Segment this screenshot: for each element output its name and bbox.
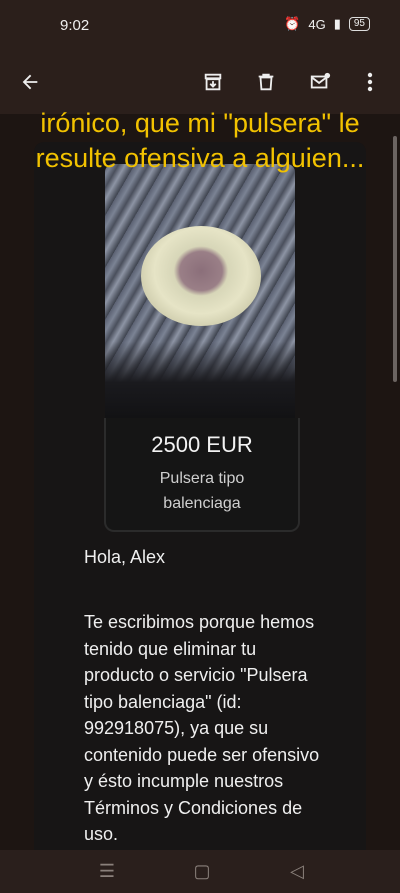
email-body: Te escribimos porque hemos tenido que el…: [84, 612, 320, 844]
tape-roll: [141, 226, 261, 326]
alarm-icon: ⏰: [284, 16, 301, 31]
back-arrow-icon[interactable]: [14, 66, 46, 98]
overlay-caption: irónico, que mi "pulsera" le resulte ofe…: [35, 108, 365, 173]
status-icons: ⏰ 4G ▮ 95: [284, 16, 370, 32]
product-photo: [105, 164, 295, 418]
battery-level: 95: [348, 17, 370, 31]
delete-icon[interactable]: [250, 66, 282, 98]
status-time: 9:02: [60, 17, 90, 34]
system-nav-bar: ☰ ▢ ◁: [0, 850, 400, 893]
back-icon[interactable]: ◁: [286, 860, 308, 882]
archive-icon[interactable]: [197, 66, 229, 98]
more-options-icon[interactable]: [354, 66, 386, 98]
product-card[interactable]: 2500 EUR Pulsera tipo balenciaga: [104, 160, 300, 532]
product-title: Pulsera tipo balenciaga: [159, 470, 245, 512]
menu-icon[interactable]: ☰: [96, 860, 118, 882]
email-greeting: Hola, Alex: [84, 547, 166, 567]
product-price: 2500 EUR: [151, 432, 253, 457]
scrollbar[interactable]: [393, 136, 397, 382]
signal-icon: ▮: [333, 16, 341, 31]
signal-label: 4G: [308, 16, 326, 32]
app-bar: [0, 52, 400, 114]
product-info: 2500 EUR Pulsera tipo balenciaga: [104, 418, 300, 532]
mark-unread-icon[interactable]: [304, 66, 336, 98]
home-icon[interactable]: ▢: [191, 860, 213, 882]
status-bar: 9:02 ⏰ 4G ▮ 95: [0, 0, 400, 52]
